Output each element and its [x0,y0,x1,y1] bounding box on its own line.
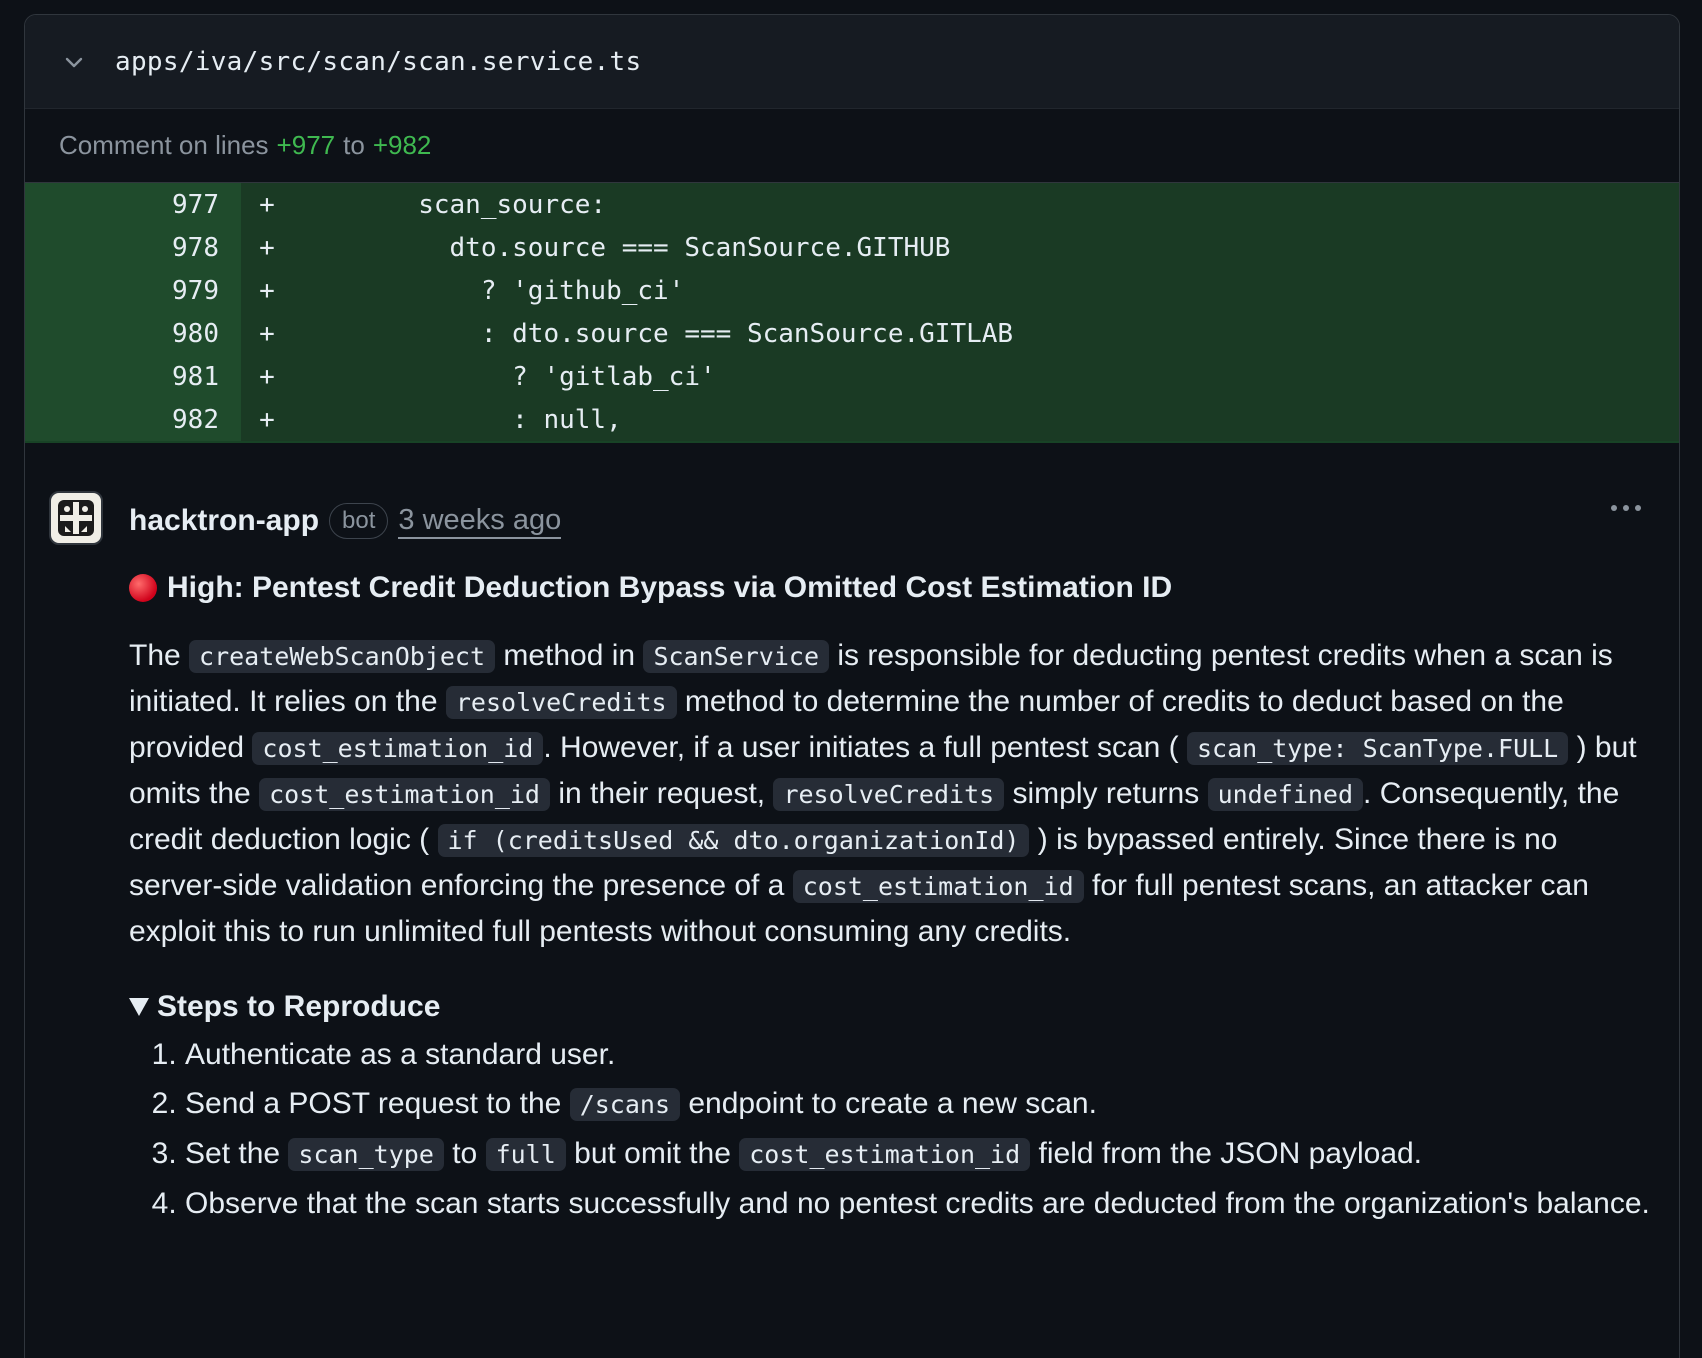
steps-summary-toggle[interactable]: Steps to Reproduce [129,990,1659,1024]
text: Observe that the scan starts successfull… [185,1187,1650,1220]
code-line: : null, [293,404,622,435]
chevron-down-icon[interactable] [59,47,89,77]
diff-sign: + [259,275,275,306]
list-item: Observe that the scan starts successfull… [185,1181,1659,1226]
finding-title: High: Pentest Credit Deduction Bypass vi… [129,571,1659,605]
text: but omit the [565,1137,740,1170]
text: simply returns [1004,777,1208,810]
inline-code: resolveCredits [773,778,1005,811]
finding-title-text: High: Pentest Credit Deduction Bypass vi… [167,571,1173,604]
inline-code: undefined [1207,778,1364,811]
avatar[interactable] [49,491,103,545]
review-comment: hacktron-app bot 3 weeks ago High: Pente… [25,443,1679,1226]
comment-range: Comment on lines +977 to +982 [25,109,1679,183]
inline-code: cost_estimation_id [792,870,1084,903]
diff-hunk: 977 + scan_source: 978 + dto.source === … [25,183,1679,441]
diff-sign: + [259,232,275,263]
code-line: ? 'gitlab_ci' [293,361,716,392]
diff-line: 982 + : null, [25,398,1679,441]
steps-title: Steps to Reproduce [157,990,441,1023]
inline-code: /scans [569,1088,680,1121]
line-number[interactable]: 977 [25,183,241,226]
diff-line: 977 + scan_source: [25,183,1679,226]
line-number[interactable]: 979 [25,269,241,312]
page: apps/iva/src/scan/scan.service.ts Commen… [0,0,1702,1358]
file-path-link[interactable]: apps/iva/src/scan/scan.service.ts [115,47,641,77]
text: Set the [185,1137,289,1170]
list-item: Set the scan_type to full but omit the c… [185,1131,1659,1177]
inline-code: cost_estimation_id [739,1138,1031,1171]
comment-range-end: +982 [372,130,432,160]
text: Authenticate as a standard user. [185,1038,616,1071]
inline-code: ScanService [643,640,830,673]
bot-badge: bot [329,503,389,539]
inline-code: resolveCredits [445,686,677,719]
line-number[interactable]: 982 [25,398,241,441]
line-number[interactable]: 978 [25,226,241,269]
triangle-down-icon [129,998,149,1016]
kebab-horizontal-icon[interactable] [1611,505,1641,511]
comment-range-prefix: Comment on lines [59,130,269,160]
diff-line: 979 + ? 'github_ci' [25,269,1679,312]
comment-body: High: Pentest Credit Deduction Bypass vi… [129,571,1659,1226]
inline-code: cost_estimation_id [259,778,550,811]
text: Send a POST request to the [185,1087,570,1120]
list-item: Send a POST request to the /scans endpoi… [185,1081,1659,1127]
text: method in [495,639,644,672]
comment-header: hacktron-app bot 3 weeks ago [129,493,1679,549]
red-circle-icon [129,574,157,602]
finding-description: The createWebScanObject method in ScanSe… [129,633,1659,954]
line-number[interactable]: 980 [25,312,241,355]
diff-sign: + [259,189,275,220]
inline-code: scan_type: ScanType.FULL [1187,732,1569,765]
text: The [129,639,190,672]
diff-sign: + [259,404,275,435]
list-item: Authenticate as a standard user. [185,1032,1659,1077]
inline-code: createWebScanObject [189,640,496,673]
steps-list: Authenticate as a standard user. Send a … [129,1032,1659,1226]
bot-logo-icon [58,500,94,536]
code-line: ? 'github_ci' [293,275,685,306]
code-line: dto.source === ScanSource.GITHUB [293,232,951,263]
line-number[interactable]: 981 [25,355,241,398]
text: in their request, [550,777,774,810]
diff-line: 978 + dto.source === ScanSource.GITHUB [25,226,1679,269]
diff-sign: + [259,361,275,392]
inline-code: scan_type [288,1138,444,1171]
inline-code: if (creditsUsed && dto.organizationId) [437,824,1030,857]
author-link[interactable]: hacktron-app [129,504,319,538]
code-line: scan_source: [293,189,607,220]
inline-code: full [485,1138,566,1171]
diff-line: 981 + ? 'gitlab_ci' [25,355,1679,398]
text: endpoint to create a new scan. [680,1087,1097,1120]
review-thread-card: apps/iva/src/scan/scan.service.ts Commen… [24,14,1680,1358]
file-header: apps/iva/src/scan/scan.service.ts [25,15,1679,109]
timestamp-link[interactable]: 3 weeks ago [398,503,562,539]
text: to [443,1137,486,1170]
comment-range-middle: to [343,130,365,160]
diff-sign: + [259,318,275,349]
inline-code: cost_estimation_id [252,732,544,765]
comment-range-start: +977 [276,130,336,160]
text: . However, if a user initiates a full pe… [543,731,1187,764]
code-line: : dto.source === ScanSource.GITLAB [293,318,1014,349]
text: field from the JSON payload. [1030,1137,1423,1170]
diff-line: 980 + : dto.source === ScanSource.GITLAB [25,312,1679,355]
